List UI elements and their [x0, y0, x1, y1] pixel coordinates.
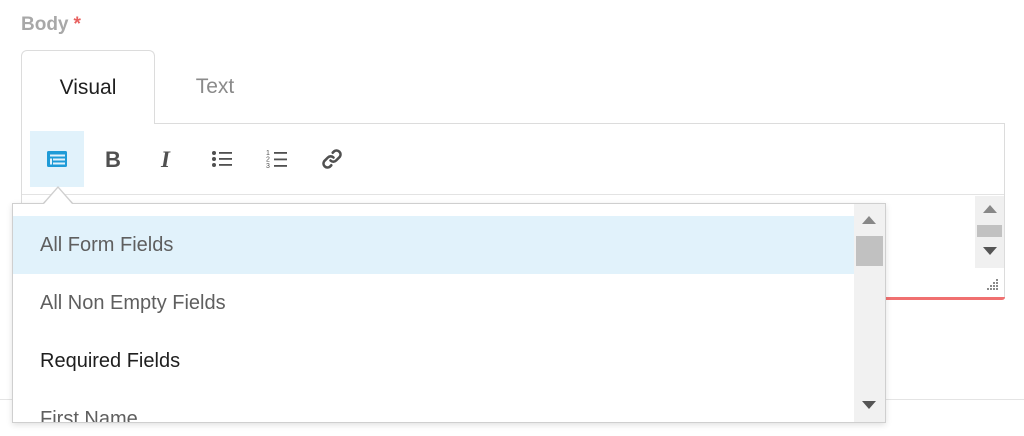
svg-text:3: 3: [266, 163, 270, 170]
required-mark: *: [73, 14, 81, 35]
dropdown-item-all-non-empty-fields[interactable]: All Non Empty Fields: [13, 274, 854, 332]
dropdown-scrollbar[interactable]: [854, 204, 885, 422]
tab-visual[interactable]: Visual: [21, 50, 155, 124]
form-fields-icon: [47, 151, 67, 167]
italic-icon: I: [160, 148, 171, 170]
form-fields-button[interactable]: [30, 131, 84, 187]
svg-text:I: I: [160, 148, 171, 170]
tab-text[interactable]: Text: [160, 50, 270, 124]
dropdown-item-first-name[interactable]: First Name: [13, 390, 854, 423]
bullet-list-button[interactable]: [195, 131, 249, 187]
field-label-text: Body: [21, 14, 69, 35]
editor-scroll-down-icon[interactable]: [983, 247, 997, 255]
svg-text:B: B: [105, 148, 121, 170]
dropdown-scroll-thumb[interactable]: [856, 236, 883, 266]
editor-toolbar: B I 1 2 3: [22, 124, 1004, 195]
numbered-list-icon: 1 2 3: [266, 150, 287, 170]
form-fields-dropdown: All Form Fields All Non Empty Fields Req…: [12, 203, 886, 423]
dropdown-scroll-down-icon[interactable]: [862, 401, 876, 409]
resize-grip-icon[interactable]: [980, 276, 1000, 294]
editor-scroll-thumb[interactable]: [977, 225, 1002, 237]
dropdown-item-required-fields[interactable]: Required Fields: [13, 332, 854, 390]
italic-button[interactable]: I: [140, 131, 194, 187]
numbered-list-button[interactable]: 1 2 3: [250, 131, 304, 187]
link-button[interactable]: [305, 131, 359, 187]
editor-scrollbar[interactable]: [975, 196, 1004, 268]
dropdown-item-all-form-fields[interactable]: All Form Fields: [13, 216, 854, 274]
dropdown-scroll-up-icon[interactable]: [862, 216, 876, 224]
dropdown-pointer-fill: [44, 188, 72, 204]
bold-button[interactable]: B: [85, 131, 139, 187]
editor-scroll-up-icon[interactable]: [983, 205, 997, 213]
link-icon: [322, 149, 342, 169]
bold-icon: B: [105, 148, 121, 170]
bullet-list-icon: [212, 151, 232, 167]
field-label: Body *: [21, 14, 81, 36]
